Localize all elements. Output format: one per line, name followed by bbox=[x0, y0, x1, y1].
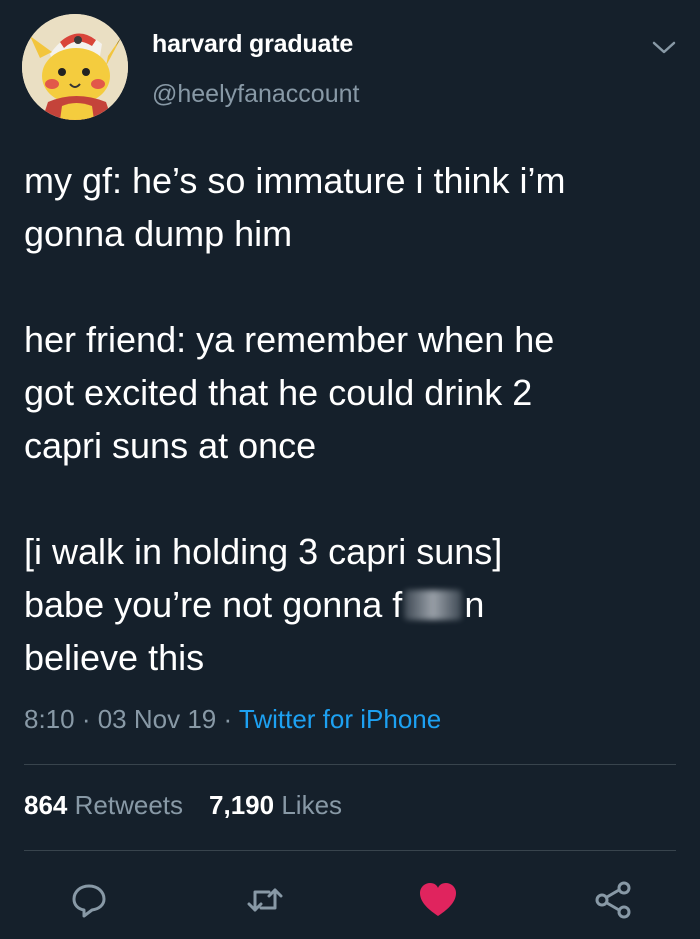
divider bbox=[24, 764, 676, 765]
tweet-line: got excited that he could drink 2 bbox=[24, 372, 533, 413]
tweet-time[interactable]: 8:10 bbox=[24, 704, 75, 734]
user-handle[interactable]: @heelyfanaccount bbox=[152, 80, 359, 109]
tweet-text-fragment: babe you’re not gonna f bbox=[24, 584, 403, 625]
pikachu-avatar-icon bbox=[22, 14, 128, 120]
divider bbox=[24, 850, 676, 851]
censor-blur bbox=[404, 590, 463, 620]
tweet-text: my gf: he’s so immature i think i’m gonn… bbox=[24, 154, 674, 684]
tweet-line: capri suns at once bbox=[24, 425, 317, 466]
likes-count: 7,190 bbox=[209, 790, 275, 820]
avatar[interactable] bbox=[22, 14, 128, 120]
tweet-header: harvard graduate @heelyfanaccount bbox=[22, 14, 678, 124]
tweet-line-censored: babe you’re not gonna f n bbox=[24, 578, 674, 631]
likes-label: Likes bbox=[281, 790, 343, 820]
tweet-text-fragment: n bbox=[464, 584, 485, 625]
reply-icon[interactable] bbox=[67, 878, 111, 922]
retweets-count: 864 bbox=[24, 790, 68, 820]
tweet-actions bbox=[0, 870, 700, 930]
meta-separator: · bbox=[216, 704, 239, 734]
tweet-line: gonna dump him bbox=[24, 213, 293, 254]
tweet-line: my gf: he’s so immature i think i’m bbox=[24, 160, 566, 201]
display-name[interactable]: harvard graduate bbox=[152, 30, 353, 59]
tweet: harvard graduate @heelyfanaccount my gf:… bbox=[0, 0, 700, 939]
tweet-stats: 864 Retweets 7,190 Likes bbox=[24, 790, 342, 821]
retweets-stat[interactable]: 864 Retweets bbox=[24, 790, 183, 820]
tweet-line: believe this bbox=[24, 637, 205, 678]
heart-icon[interactable] bbox=[416, 878, 460, 922]
share-icon[interactable] bbox=[592, 878, 636, 922]
likes-stat[interactable]: 7,190 Likes bbox=[209, 790, 342, 820]
retweets-label: Retweets bbox=[74, 790, 184, 820]
chevron-down-icon[interactable] bbox=[650, 38, 678, 58]
retweet-icon[interactable] bbox=[243, 878, 287, 922]
tweet-date[interactable]: 03 Nov 19 bbox=[98, 704, 217, 734]
tweet-meta: 8:10 · 03 Nov 19 · Twitter for iPhone bbox=[24, 704, 441, 735]
meta-separator: · bbox=[74, 704, 98, 734]
tweet-source-link[interactable]: Twitter for iPhone bbox=[239, 704, 441, 734]
tweet-line: [i walk in holding 3 capri suns] bbox=[24, 531, 503, 572]
tweet-line: her friend: ya remember when he bbox=[24, 319, 555, 360]
